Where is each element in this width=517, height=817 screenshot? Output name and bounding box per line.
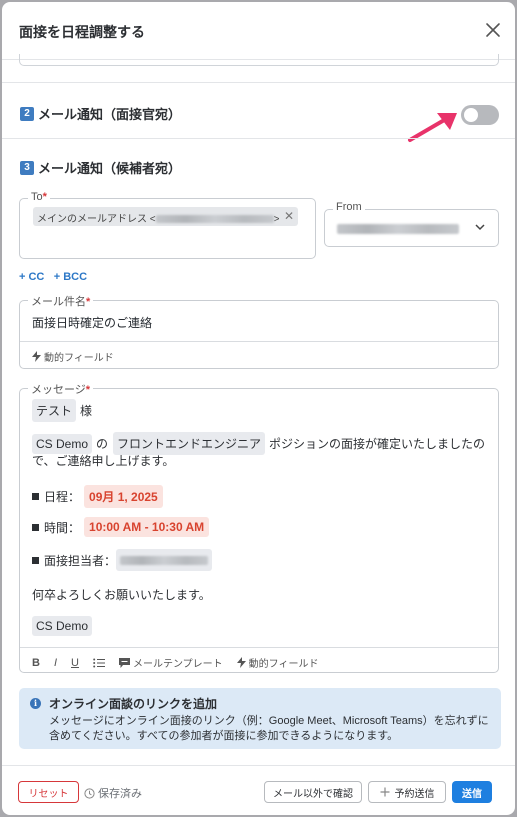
message-line-date: 日程： 09月 1, 2025	[32, 485, 163, 508]
clock-icon	[84, 787, 95, 799]
interviewer-variable	[116, 549, 213, 571]
close-icon[interactable]	[483, 20, 503, 40]
info-icon: i	[30, 698, 41, 709]
message-line-interviewer: 面接担当者：	[32, 549, 216, 571]
subject-divider	[20, 341, 498, 342]
message-field[interactable]: メッセージ* テスト 様 CS Demo の フロントエンドエンジニア ポジショ…	[19, 381, 499, 673]
section-title: メール通知（候補者宛）	[38, 161, 182, 176]
saved-label: 保存済み	[98, 788, 142, 800]
bullet-list-button[interactable]	[93, 658, 105, 668]
online-link-info-box: i オンライン面談のリンクを追加 メッセージにオンライン面接のリンク（例：Goo…	[19, 688, 501, 749]
bullet-square	[32, 493, 39, 500]
italic-button[interactable]: I	[54, 657, 57, 669]
time-variable: 10:00 AM - 10:30 AM	[84, 517, 210, 537]
recipient-chip[interactable]: メインのメールアドレス < > ✕	[33, 207, 298, 226]
time-label: 時間：	[44, 520, 81, 535]
schedule-send-button[interactable]: 予約送信	[368, 781, 446, 803]
to-field-label: To*	[28, 191, 50, 203]
saved-status: 保存済み	[84, 785, 142, 801]
message-line-body-cont: で、ご連絡申し上げます。	[32, 454, 175, 468]
lightning-icon	[32, 351, 41, 362]
message-field-label: メッセージ*	[28, 381, 94, 397]
subject-field-label: メール件名*	[28, 293, 94, 309]
underline-button[interactable]: U	[71, 657, 79, 669]
message-dynamic-field-button[interactable]: 動的フィールド	[236, 655, 319, 670]
bold-button[interactable]: B	[32, 657, 40, 669]
message-toolbar: B I U メールテンプレート 動的フィールド	[32, 655, 332, 671]
modal-title: 面接を日程調整する	[19, 24, 145, 40]
section-title: メール通知（面接官宛）	[38, 107, 182, 122]
from-field-label: From	[333, 201, 365, 213]
toggle-knob	[464, 108, 478, 122]
message-line-signature: CS Demo	[32, 616, 96, 636]
preview-button[interactable]: メール以外で確認	[264, 781, 362, 803]
email-template-button[interactable]: メールテンプレート	[118, 655, 223, 670]
add-bcc-link[interactable]: + BCC	[54, 271, 87, 283]
plus-icon	[380, 787, 389, 797]
section-divider	[2, 82, 515, 83]
to-field[interactable]: To* メインのメールアドレス < > ✕	[19, 191, 316, 259]
send-button[interactable]: 送信	[452, 781, 492, 803]
message-line-time: 時間： 10:00 AM - 10:30 AM	[32, 517, 210, 537]
date-label: 日程：	[44, 490, 81, 504]
bullet-square	[32, 556, 39, 564]
section-interviewer-email-header: 2 メール通知（面接官宛）	[20, 104, 181, 123]
chevron-down-icon	[475, 224, 485, 231]
template-label: メールテンプレート	[132, 659, 223, 670]
interviewer-email-toggle[interactable]	[461, 105, 499, 125]
redacted-email	[155, 215, 274, 224]
section-number-badge: 3	[20, 160, 34, 175]
previous-field-edge	[19, 54, 499, 66]
company-variable: CS Demo	[32, 433, 93, 454]
chip-text-suffix: >	[273, 214, 280, 225]
date-variable: 09月 1, 2025	[84, 485, 163, 508]
template-icon	[118, 657, 130, 668]
subject-dynamic-field-button[interactable]: 動的フィールド	[32, 349, 114, 364]
schedule-interview-modal: 面接を日程調整する 2 メール通知（面接官宛） 3 メール通知（候補者宛） To…	[2, 2, 515, 815]
lightning-icon	[236, 657, 246, 668]
signature-variable: CS Demo	[32, 616, 93, 636]
message-line-closing: 何卒よろしくお願いいたします。	[32, 588, 211, 602]
interviewer-label: 面接担当者：	[44, 553, 117, 568]
subject-input[interactable]: 面接日時確定のご連絡	[32, 314, 152, 331]
candidate-name-variable: テスト	[32, 399, 77, 422]
add-cc-link[interactable]: + CC	[19, 271, 44, 283]
section-number-badge: 2	[20, 106, 34, 121]
dynamic-field-label: 動的フィールド	[248, 659, 319, 670]
chip-text: メインのメールアドレス <	[37, 214, 156, 225]
cc-bcc-links: + CC + BCC	[19, 269, 87, 283]
message-line-greeting: テスト 様	[32, 399, 92, 422]
redacted-from-address	[337, 224, 459, 234]
particle-text: の	[96, 437, 109, 451]
section-divider	[2, 138, 515, 139]
schedule-send-label: 予約送信	[394, 788, 435, 800]
modal-header: 面接を日程調整する	[2, 2, 515, 60]
dynamic-field-label: 動的フィールド	[44, 353, 114, 364]
bullet-square	[32, 523, 39, 531]
info-title: オンライン面談のリンクを追加	[49, 697, 218, 711]
remove-chip-icon[interactable]: ✕	[284, 209, 294, 223]
modal-footer: リセット 保存済み メール以外で確認 予約送信 送信	[2, 765, 515, 815]
from-select[interactable]: From	[324, 201, 499, 247]
subject-field[interactable]: メール件名* 面接日時確定のご連絡 動的フィールド	[19, 293, 499, 369]
reset-button[interactable]: リセット	[18, 781, 79, 803]
section-candidate-email-header: 3 メール通知（候補者宛）	[20, 158, 181, 177]
body-text: ポジションの面接が確定いたしましたの	[269, 437, 486, 451]
honorific-text: 様	[80, 404, 93, 418]
info-body: メッセージにオンライン面接のリンク（例：Google Meet、Microsof…	[49, 715, 489, 742]
redacted-interviewer	[120, 556, 209, 566]
message-toolbar-divider	[20, 647, 498, 648]
list-icon	[93, 658, 105, 667]
